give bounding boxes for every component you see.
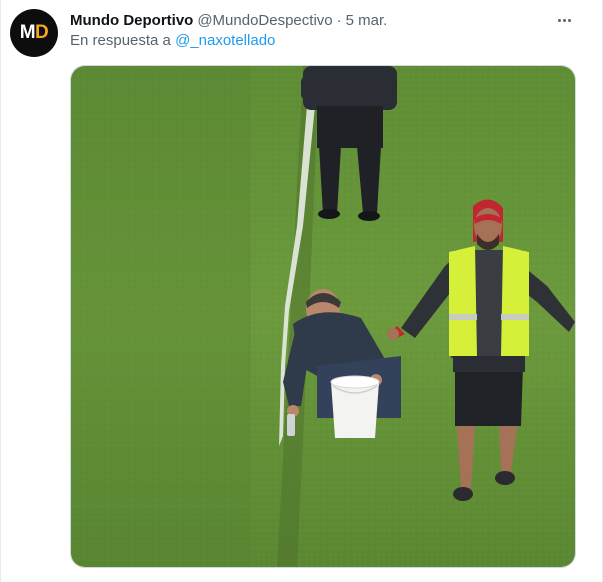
separator-dot: · (336, 11, 342, 29)
reply-context: En respuesta a @_naxotellado (70, 32, 275, 49)
paint-bucket (330, 375, 380, 438)
reply-mention-link[interactable]: @_naxotellado (175, 32, 275, 49)
tweet-photo[interactable] (70, 65, 576, 568)
photo-image (71, 66, 575, 567)
more-options-button[interactable] (554, 10, 574, 30)
author-name[interactable]: Mundo Deportivo (70, 12, 193, 29)
author-handle[interactable]: @MundoDespectivo (197, 12, 332, 29)
avatar[interactable]: MD (10, 9, 58, 57)
tweet-header: Mundo Deportivo @MundoDespectivo · 5 mar… (70, 10, 387, 30)
tweet-article[interactable]: MD Mundo Deportivo @MundoDespectivo · 5 … (0, 0, 603, 582)
reply-prefix: En respuesta a (70, 32, 171, 49)
mundo-deportivo-logo: MD (19, 22, 49, 43)
tweet-timestamp[interactable]: 5 mar. (346, 12, 388, 29)
more-horizontal-icon (557, 18, 561, 22)
